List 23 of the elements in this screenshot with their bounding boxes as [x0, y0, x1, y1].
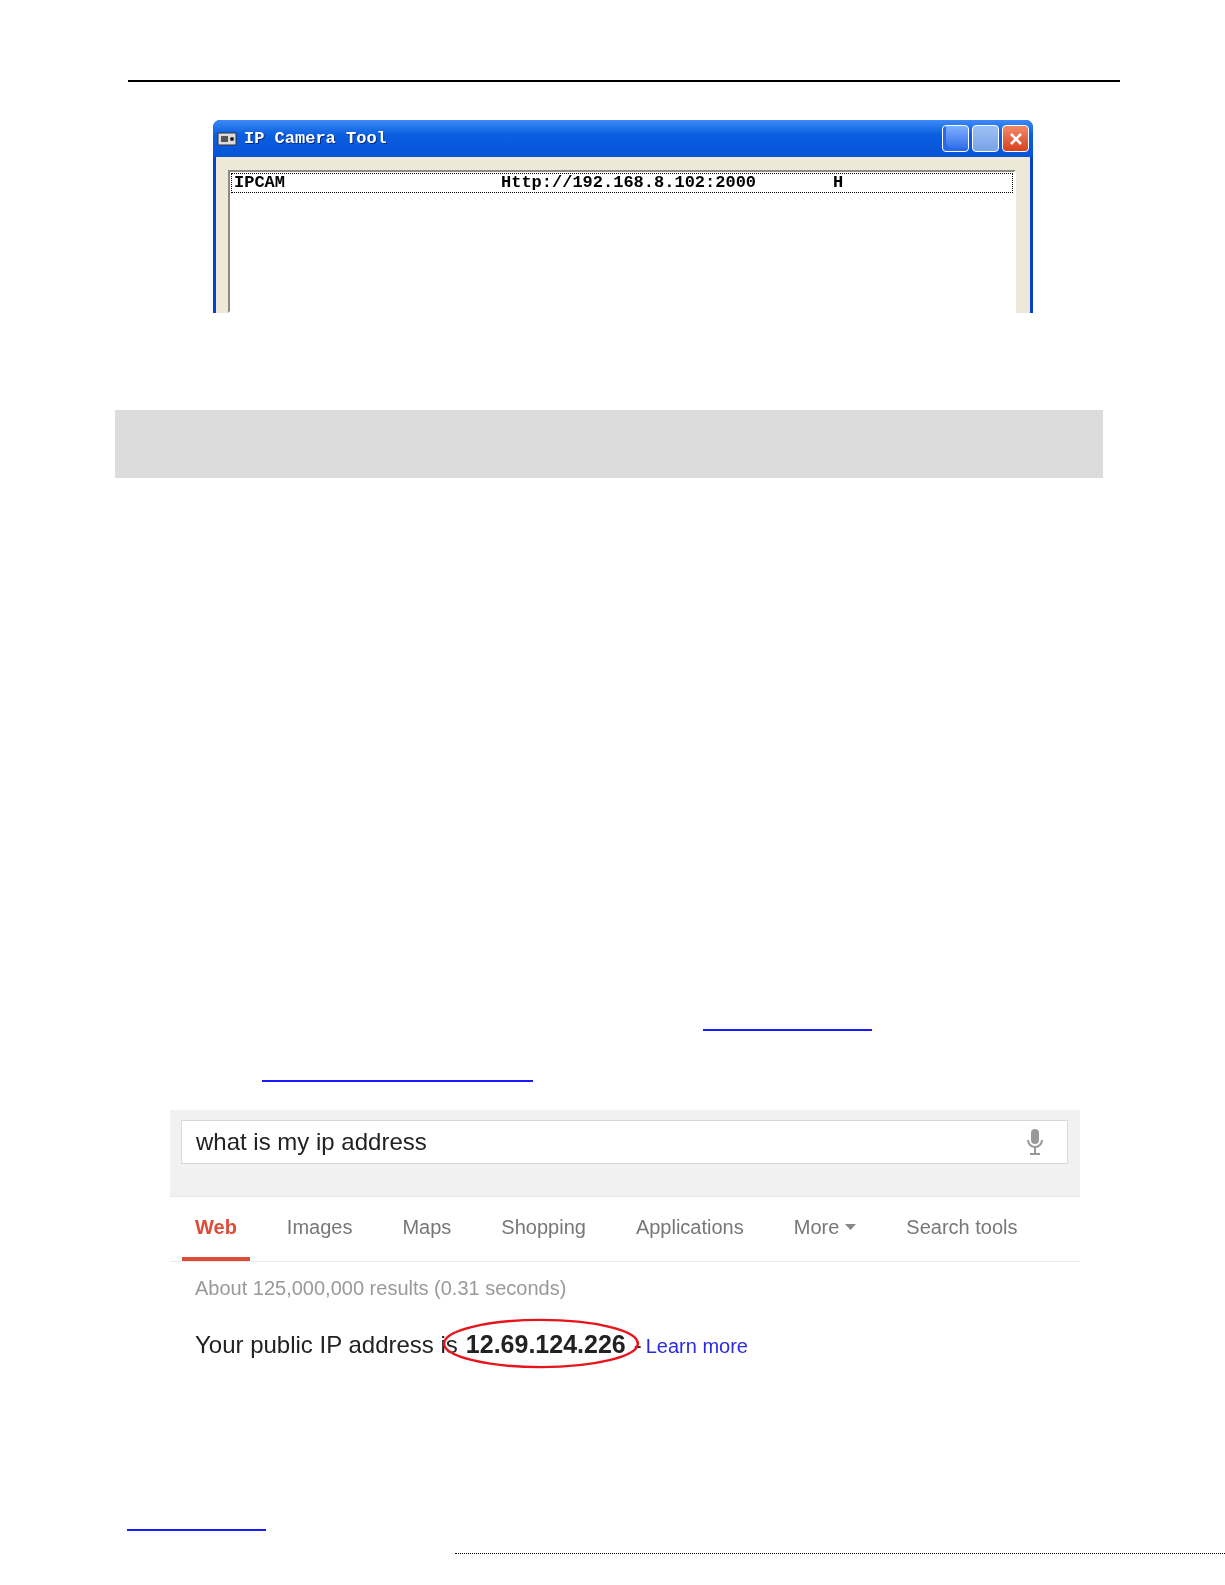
result-stats: About 125,000,000 results (0.31 seconds): [195, 1277, 568, 1300]
learn-more-link[interactable]: Learn more: [645, 1335, 748, 1358]
search-field[interactable]: what is my ip address: [181, 1120, 1068, 1164]
maximize-button[interactable]: [972, 125, 999, 152]
close-button[interactable]: [1002, 125, 1029, 152]
caret-icon: [845, 1224, 857, 1230]
device-url: Http://192.168.8.102:2000: [500, 174, 758, 192]
device-name: IPCAM: [233, 174, 286, 192]
camera-icon: [217, 129, 237, 148]
device-row[interactable]: IPCAM Http://192.168.8.102:2000 H: [231, 173, 1013, 193]
ip-address: 12.69.124.226: [465, 1330, 626, 1358]
table-cell-text: H: [832, 174, 845, 192]
tab[interactable]: Web: [182, 1197, 250, 1261]
tab[interactable]: Search tools: [893, 1197, 1031, 1261]
tab[interactable]: Applications: [622, 1197, 757, 1261]
microphone-icon[interactable]: [1025, 1128, 1045, 1156]
tab[interactable]: Maps: [389, 1197, 465, 1261]
minimize-button[interactable]: [942, 125, 969, 152]
tab[interactable]: More: [780, 1197, 870, 1261]
tab[interactable]: Images: [273, 1197, 366, 1261]
window-title: IP Camera Tool: [244, 129, 388, 148]
tab[interactable]: Shopping: [488, 1197, 599, 1261]
close-icon: [1008, 131, 1023, 146]
